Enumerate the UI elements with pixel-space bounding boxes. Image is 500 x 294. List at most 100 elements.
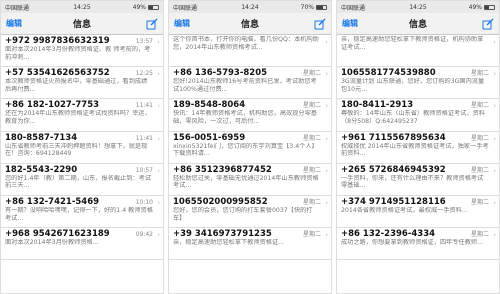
chevron-right-icon: › [493,70,496,79]
message-row[interactable]: 189-8548-8064 星期二 快讯：14年教师资格考试，机构助您，高效提分零基… [169,99,331,132]
message-preview: 一手资料，你来，还有什么理由不来？教师资格考试零基础... [341,174,484,190]
status-bar: 中国联通 14:24 70% [169,1,331,13]
chevron-right-icon: › [157,102,160,111]
message-sender: +265 5726846945392 [341,164,446,175]
page-title: 信息 [240,20,260,30]
message-time: 星期二 [302,70,321,78]
message-row[interactable]: 1065502000995852 星期二 您好，您的会员，您订购的打车套餐0037【… [169,196,331,229]
message-row[interactable]: +86 136-5793-8205 星期二 您好!2014山东教师16号考前资料已发… [169,67,331,100]
battery-icon [316,4,327,10]
chevron-right-icon: › [325,134,328,143]
chevron-right-icon: › [493,166,496,175]
compose-icon[interactable] [481,17,494,30]
message-preview: 面对本次2014年3月份教师资格证、教 师考前的，考前冲刺... [5,46,151,61]
message-preview: 亲，稳定高速助您轻松拿下教师资格证... [173,239,285,247]
status-bar: 中国联通 14:25 49% [1,1,163,13]
clock-label: 14:25 [409,3,427,11]
edit-button[interactable]: 编辑 [6,18,22,29]
page-title: 信息 [72,20,92,30]
message-row[interactable]: 1065581774539880 星期二 3G流量计划 山东联通，您好，您订购的3G… [337,67,499,100]
battery-indicator: 49% [133,4,159,11]
message-sender: 1065581774539880 [341,68,436,79]
message-preview: 本次教师资格证火热报名中，零基础通过，看到成绩后再付费... [5,78,148,93]
message-time: 星期二 [302,134,321,142]
chevron-right-icon: › [157,166,160,175]
message-preview: 您的好1.4年（教）第二期，山东，报名截止到：考试前三天... [5,174,151,190]
message-time: 11:41 [135,134,153,142]
chevron-right-icon: › [157,38,160,46]
message-time: 12:25 [135,70,153,78]
chevron-right-icon: › [325,231,328,240]
edit-button[interactable]: 编辑 [342,18,358,29]
message-row[interactable]: +86 132-7421-5469 10:10 有一期？没响哈哈嘿嘿，记得一下，好的… [1,196,163,229]
message-time: 13:57 [135,38,153,45]
phone-screen-2: 中国联通 14:24 70% 编辑 信息 这个你首书本，打开你的电脑，看几份QQ… [168,0,332,294]
message-row[interactable]: 182-5543-2290 10:57 您的好1.4年（教）第二期，山东，报名截止到… [1,164,163,196]
message-sender: +86 182-1027-7753 [5,100,100,111]
clock-label: 14:25 [73,3,91,11]
chevron-right-icon: › [493,38,496,46]
message-sender: +57 53541626563752 [5,68,110,79]
message-sender: +86 132-2396-4334 [341,229,436,240]
compose-icon[interactable] [145,17,158,30]
message-row[interactable]: 156-0051-6959 星期二 xinxin5321fei门，您订阅的东学刘算宝… [169,132,331,164]
message-sender: +374 9714951128116 [341,196,446,207]
message-preview: 权威择优 2014年山东省教师资格证考试，独家一手考前资料... [341,142,489,158]
message-row[interactable]: +57 53541626563752 12:25 本次教师资格证火热报名中，零基础通… [1,67,163,100]
chevron-right-icon: › [157,198,160,207]
message-time: 09:42 [135,231,153,239]
message-sender: +961 7115567895634 [341,132,446,143]
message-row[interactable]: +968 9542671623189 09:42 面对本次2014年3月份教师资格.… [1,228,163,261]
chevron-right-icon: › [325,166,328,175]
message-time: 星期二 [302,198,321,206]
message-preview: 山东省教师考前三天冲刺押题资料！想拿下，就是现在！咨询：694128449 [5,142,148,158]
message-time: 11:41 [135,102,153,110]
chevron-right-icon: › [325,38,328,46]
edit-button[interactable]: 编辑 [174,18,190,29]
status-bar: 中国联通 14:25 49% [337,1,499,13]
message-row[interactable]: 180-8587-7134 11:41 山东省教师考前三天冲刺押题资料！想拿下，就是… [1,132,163,164]
chevron-right-icon: › [325,70,328,79]
message-sender: 189-8548-8064 [173,100,246,111]
carrier-label: 中国联通 [173,4,198,12]
message-row[interactable]: +39 3416973791235 星期二 亲，稳定高速助您轻松拿下教师资格证...… [169,228,331,261]
message-time: 星期二 [302,102,321,110]
nav-bar: 编辑 信息 [169,13,331,35]
message-time: 星期二 [470,134,489,142]
carrier-label: 中国联通 [341,4,366,12]
chevron-right-icon: › [493,134,496,143]
compose-icon[interactable] [313,17,326,30]
message-row[interactable]: +86 182-1027-7753 11:41 还在为2014年山东教师资格证考试找… [1,99,163,132]
message-preview: 有一期？没响哈哈嘿嘿，记得一下，好的1.4 教师资格考试... [5,206,153,222]
message-preview: 2014各省教师资格证考试，最权威一手资料... [341,206,468,214]
chevron-right-icon: › [157,231,160,240]
message-time: 星期二 [302,166,321,174]
message-sender: +86 136-5793-8205 [173,68,268,79]
chevron-right-icon: › [157,134,160,143]
battery-indicator: 70% [301,4,327,11]
message-row[interactable]: +86 3512396877452 星期二 轻松助您过关，零基础无忧通过2014年山… [169,164,331,196]
message-row[interactable]: +265 5726846945392 星期二 一手资料，你来，还有什么理由不来？教师… [337,164,499,196]
message-time: 10:57 [135,166,153,174]
chevron-right-icon: › [493,198,496,207]
message-row[interactable]: +961 7115567895634 星期二 权威择优 2014年山东省教师资格证考… [337,132,499,164]
message-list: 这个你首书本，打开你的电脑，看几份QQ：本机构助您，2014年山东教师资格考试.… [169,35,331,261]
page-title: 信息 [408,20,428,30]
message-preview: 亲，稳定高速助您轻松拿下教师资格证，机构协助拿证考试... [341,36,484,51]
message-row[interactable]: +972 9987836632319 13:57 面对本次2014年3月份教师资格证… [1,35,163,68]
message-preview: 这个你首书本，打开你的电脑，看几份QQ：本机构助您，2014年山东教师资格考试.… [173,36,319,51]
message-preview: 面对本次2014年3月份教师资格... [5,239,99,247]
message-row[interactable]: +86 132-2396-4334 星期二 成功之路，你想要拿到教师资格证，四年专任… [337,228,499,261]
message-row[interactable]: 这个你首书本，打开你的电脑，看几份QQ：本机构助您，2014年山东教师资格考试.… [169,35,331,68]
chevron-right-icon: › [493,102,496,111]
battery-icon [148,4,159,10]
message-row[interactable]: 180-8411-2913 星期二 尊敬的：14年山东（山东省）教师资格证考试，资料… [337,99,499,132]
message-list: +972 9987836632319 13:57 面对本次2014年3月份教师资格证… [1,35,163,261]
message-row[interactable]: 亲，稳定高速助您轻松拿下教师资格证，机构协助拿证考试... › [337,35,499,68]
message-sender: +39 3416973791235 [173,229,272,240]
screenshot-collage: 中国联通 14:25 49% 编辑 信息 +972 9987836632319 1… [0,0,500,294]
message-preview: 快讯：14年教师资格考试，机构助您，高效提分零基础，零风险，一次过，可后付... [173,110,317,125]
message-preview: 尊敬的：14年山东（山东省）教师资格证考试，资料（8分508）Q:6424952… [341,110,485,125]
message-preview: 您好!2014山东教师16号考前资料已发，考试助您考试100%通过付费... [173,78,317,93]
message-row[interactable]: +374 9714951128116 星期二 2014各省教师资格证考试，最权威一手… [337,196,499,229]
